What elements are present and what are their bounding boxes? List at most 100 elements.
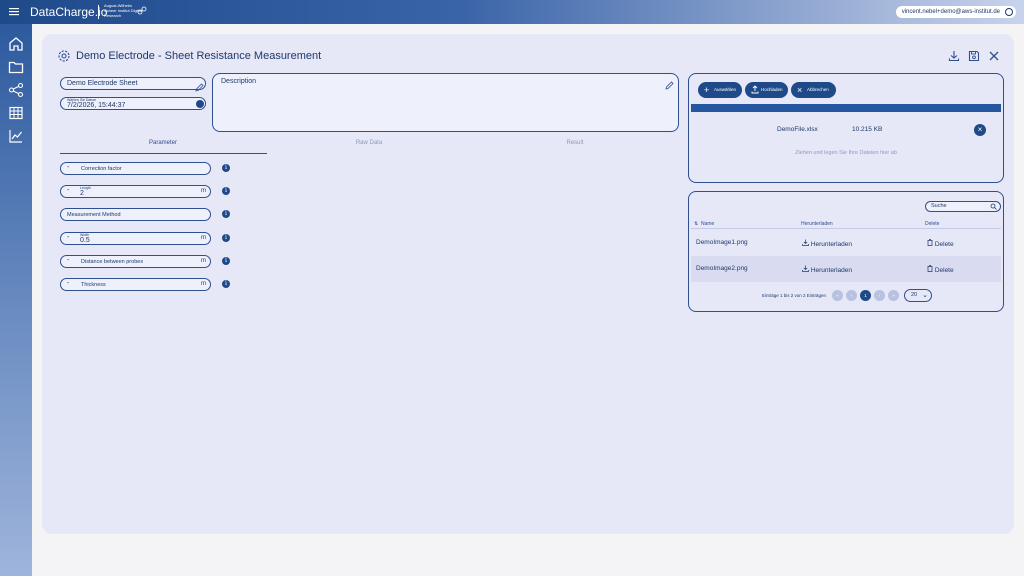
param-prefix: - — [67, 187, 70, 194]
param-length[interactable]: - Length 2 m — [60, 185, 211, 198]
param-width[interactable]: - Width 0.5 m — [60, 232, 211, 245]
next-page-button[interactable]: › — [874, 290, 885, 301]
edit-name-pencil-icon[interactable] — [195, 79, 204, 92]
info-icon[interactable]: i — [222, 234, 230, 242]
download-icon — [802, 239, 809, 246]
file-name-cell[interactable]: DemoImage1.png — [696, 239, 748, 246]
delete-label: Delete — [934, 241, 954, 248]
table-icon[interactable] — [8, 105, 24, 121]
brand-separator — [98, 5, 99, 19]
edit-description-pencil-icon[interactable] — [665, 77, 674, 90]
download-link[interactable]: Herunterladen — [802, 265, 852, 274]
table-row: DemoImage2.png Herunterladen Delete — [691, 256, 1001, 282]
upload-button[interactable]: Hochladen — [745, 82, 788, 98]
search-placeholder: Suche — [931, 203, 947, 209]
param-distance-between-probes[interactable]: - Distance between probes m — [60, 255, 211, 268]
description-label: Description — [221, 78, 257, 85]
param-label: Measurement Method — [67, 211, 121, 218]
close-icon[interactable] — [988, 49, 1000, 61]
prev-page-button[interactable]: ‹ — [846, 290, 857, 301]
delete-link[interactable]: Delete — [927, 265, 954, 274]
param-label: Correction factor — [81, 165, 122, 172]
param-unit: m — [201, 235, 206, 241]
file-upload-panel: + Auswählen Hochladen × Abbrechen DemoFi… — [688, 73, 1004, 183]
date-picker-icon[interactable] — [196, 100, 204, 108]
param-unit: m — [201, 281, 206, 287]
tab-result[interactable]: Result — [472, 140, 678, 146]
param-prefix: - — [67, 234, 70, 241]
download-link[interactable]: Herunterladen — [802, 239, 852, 248]
folder-icon[interactable] — [8, 59, 24, 75]
param-thickness[interactable]: - Thickness m — [60, 278, 211, 291]
trash-icon — [927, 239, 933, 246]
home-icon[interactable] — [8, 36, 24, 52]
share-icon[interactable] — [8, 82, 24, 98]
page-title: Demo Electrode - Sheet Resistance Measur… — [76, 50, 322, 62]
drop-zone-hint: Ziehen und legen Sie Ihre Dateien hier a… — [795, 150, 897, 156]
download-icon[interactable] — [948, 49, 960, 62]
date-value: 7/2/2026, 15:44:37 — [67, 101, 126, 109]
column-header-name[interactable]: Name — [701, 221, 714, 227]
brand-logo-icon — [8, 6, 22, 18]
upload-label: Hochladen — [761, 87, 783, 92]
chevron-down-icon: ⌄ — [922, 292, 928, 299]
upload-icon — [751, 85, 759, 95]
pager-info: Einträge 1 bis 2 von 2 Einträgen — [762, 293, 827, 298]
page-size-select[interactable]: 20 ⌄ — [904, 289, 932, 302]
uploaded-file-name: DemoFile.xlsx — [777, 126, 818, 133]
param-measurement-method[interactable]: Measurement Method — [60, 208, 211, 221]
cancel-button[interactable]: × Abbrechen — [791, 82, 836, 98]
user-menu[interactable]: vincent.nebel+demo@aws-institut.de — [895, 6, 1016, 18]
info-icon[interactable]: i — [222, 164, 230, 172]
cancel-label: Abbrechen — [807, 87, 829, 92]
param-label: Distance between probes — [81, 258, 144, 265]
table-row: DemoImage1.png Herunterladen Delete — [691, 230, 1001, 256]
uploaded-file-size: 10.215 KB — [852, 126, 883, 133]
param-prefix: - — [67, 164, 70, 171]
date-field[interactable]: Wählen Sie Datum 7/2/2026, 15:44:37 — [60, 97, 206, 110]
files-table-panel: Suche ⇅ Name Herunterladen Delete DemoIm… — [688, 191, 1004, 312]
search-input[interactable]: Suche — [925, 201, 1001, 212]
tab-parameter[interactable]: Parameter — [60, 140, 266, 146]
x-icon: × — [797, 85, 803, 95]
sidebar — [0, 24, 32, 576]
top-bar: DataCharge.io August-Wilhelm Scheer Inst… — [0, 0, 1024, 24]
select-button[interactable]: + Auswählen — [698, 82, 742, 98]
select-label: Auswählen — [714, 87, 737, 92]
info-icon[interactable]: i — [222, 187, 230, 195]
delete-link[interactable]: Delete — [927, 239, 954, 248]
param-correction-factor[interactable]: - Correction factor — [60, 162, 211, 175]
first-page-button[interactable]: « — [832, 290, 843, 301]
brand-name[interactable]: DataCharge.io — [30, 5, 107, 19]
save-icon[interactable] — [968, 49, 980, 62]
remove-file-icon[interactable]: × — [974, 124, 986, 136]
sort-icon[interactable]: ⇅ — [694, 221, 698, 227]
page-1-button[interactable]: 1 — [860, 290, 871, 301]
main-panel: Demo Electrode - Sheet Resistance Measur… — [42, 34, 1014, 534]
file-name-cell[interactable]: DemoImage2.png — [696, 265, 748, 272]
download-icon — [802, 265, 809, 272]
delete-label: Delete — [934, 267, 954, 274]
tab-raw-data[interactable]: Raw Data — [266, 140, 472, 146]
user-icon — [1005, 8, 1013, 16]
last-page-button[interactable]: » — [888, 290, 899, 301]
upload-progress-bar — [691, 104, 1001, 112]
institute-logo-icon — [137, 3, 147, 15]
user-email: vincent.nebel+demo@aws-institut.de — [901, 9, 1000, 15]
info-icon[interactable]: i — [222, 280, 230, 288]
header-divider — [691, 228, 1001, 229]
param-value: 0.5 — [80, 237, 90, 244]
info-icon[interactable]: i — [222, 210, 230, 218]
param-unit: m — [201, 188, 206, 194]
name-value: Demo Electrode Sheet — [67, 80, 138, 87]
info-icon[interactable]: i — [222, 257, 230, 265]
download-label: Herunterladen — [810, 267, 853, 274]
param-value: 2 — [80, 190, 84, 197]
param-prefix: - — [67, 280, 70, 287]
page-size-value: 20 — [911, 292, 918, 298]
description-box[interactable]: Description — [212, 73, 679, 132]
chart-icon[interactable] — [8, 128, 24, 144]
settings-gear-icon[interactable] — [57, 49, 71, 63]
column-header-delete: Delete — [925, 221, 940, 227]
name-field[interactable]: Demo Electrode Sheet — [60, 77, 206, 90]
